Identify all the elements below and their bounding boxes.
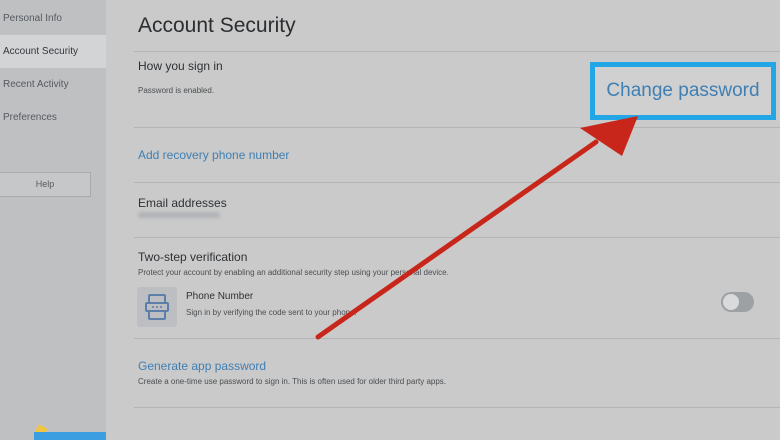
sidebar: Personal Info Account Security Recent Ac… [0,0,108,440]
sidebar-item-recent-activity[interactable]: Recent Activity [0,68,106,101]
divider [134,127,780,128]
divider [134,338,780,339]
signin-section-title: How you sign in [138,59,223,73]
phone-icon [137,287,177,327]
change-password-label: Change password [606,80,760,101]
two-step-toggle[interactable] [721,292,754,312]
change-password-button[interactable]: Change password [590,62,776,120]
divider [134,237,780,238]
password-status-text: Password is enabled. [138,86,215,95]
divider [134,182,780,183]
sidebar-item-account-security[interactable]: Account Security [0,35,106,68]
page-title: Account Security [138,14,296,37]
email-address-redacted [138,212,220,218]
add-recovery-phone-link[interactable]: Add recovery phone number [138,148,289,162]
app-password-description: Create a one-time use password to sign i… [138,377,447,386]
two-step-description: Protect your account by enabling an addi… [138,268,449,277]
main-panel: Account Security How you sign in Passwor… [106,0,780,440]
sidebar-item-preferences[interactable]: Preferences [0,101,106,134]
two-step-section-title: Two-step verification [138,250,248,264]
divider [134,407,780,408]
generate-app-password-link[interactable]: Generate app password [138,359,266,373]
phone-number-description: Sign in by verifying the code sent to yo… [186,308,357,317]
help-button[interactable]: Help [0,172,91,197]
divider [134,51,780,52]
email-section-title: Email addresses [138,196,227,210]
corner-accent [34,432,108,440]
toggle-switch-icon [723,294,739,310]
sidebar-item-personal-info[interactable]: Personal Info [0,2,106,35]
phone-number-title: Phone Number [186,291,254,302]
